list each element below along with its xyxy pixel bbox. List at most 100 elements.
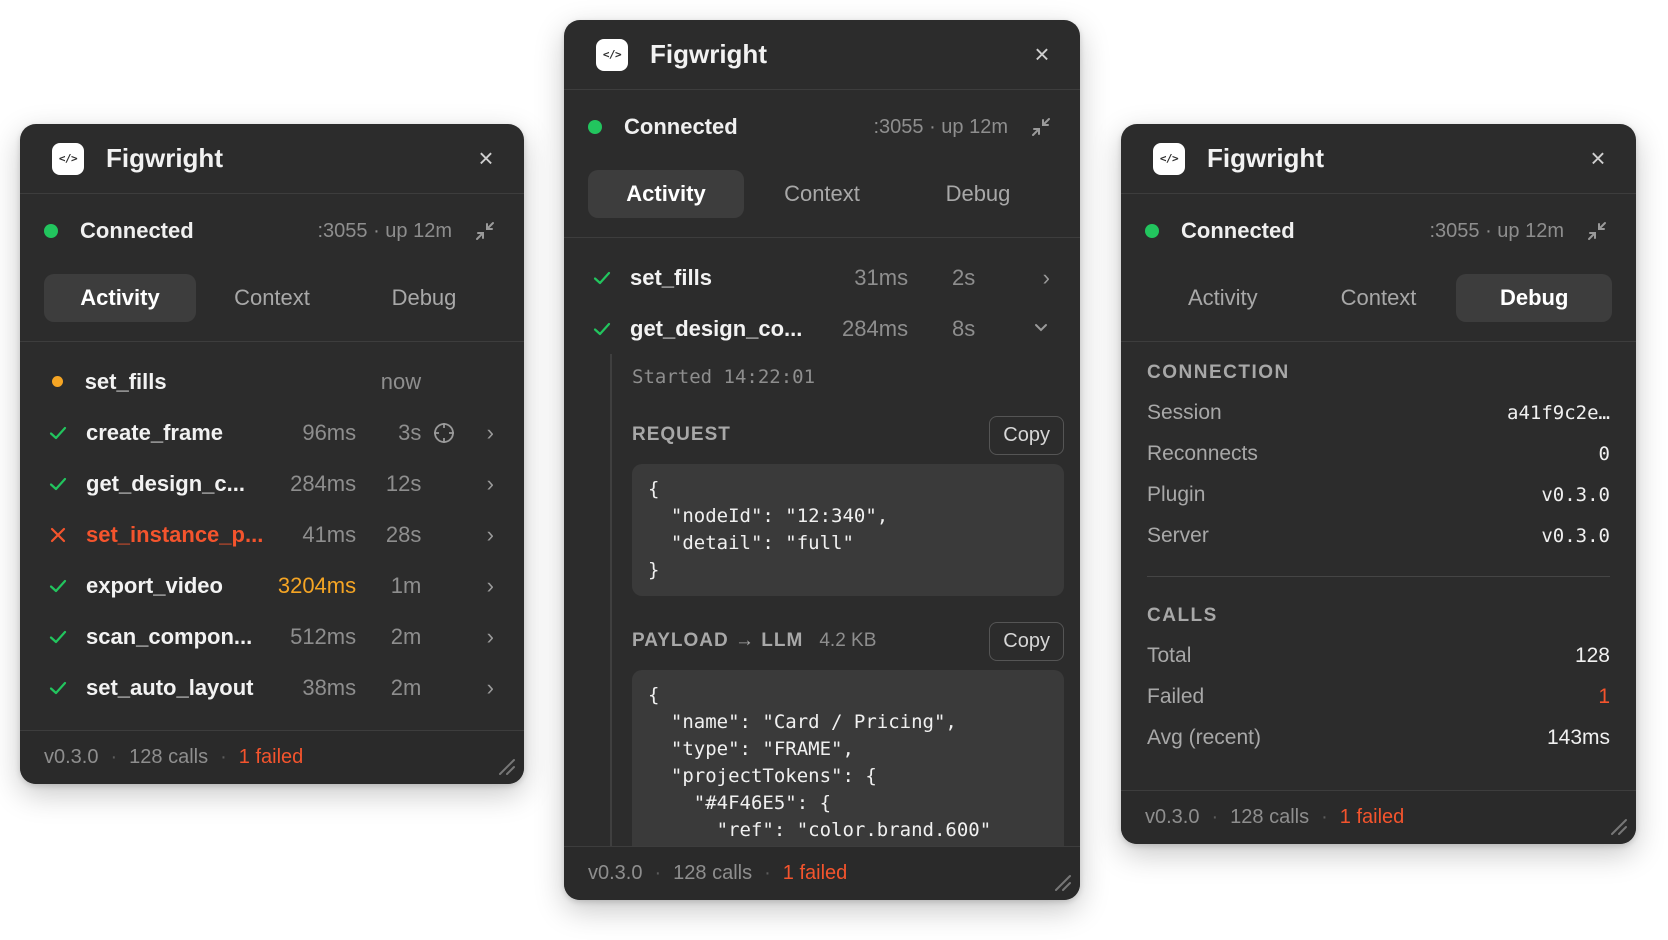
- crosshair-icon[interactable]: [432, 421, 456, 445]
- tab-debug[interactable]: Debug: [900, 170, 1056, 218]
- calls-heading: CALLS: [1147, 605, 1218, 626]
- footer-failed: 1 failed: [1339, 806, 1405, 828]
- status-label: Connected: [624, 114, 738, 139]
- debug-row-server: Server v0.3.0: [1147, 515, 1610, 556]
- close-button[interactable]: ×: [1584, 145, 1612, 173]
- chevron-down-icon[interactable]: [1021, 316, 1050, 342]
- activity-row[interactable]: set_auto_layout 38ms 2m ›: [20, 662, 524, 713]
- activity-row[interactable]: set_fills 31ms 2s ›: [564, 252, 1080, 303]
- footer-failed: 1 failed: [238, 746, 304, 768]
- tab-debug[interactable]: Debug: [1456, 273, 1613, 322]
- status-meta: :3055 · up 12m: [873, 115, 1008, 138]
- figwright-panel-activity-expanded: </> Figwright × Connected :3055 · up 12m…: [564, 20, 1080, 900]
- tab-activity[interactable]: Activity: [588, 169, 744, 218]
- debug-value: 0: [1598, 442, 1610, 465]
- activity-list: set_fills now create_frame 96ms 3s › get…: [20, 342, 524, 713]
- debug-key: Reconnects: [1147, 441, 1258, 465]
- connection-heading: CONNECTION: [1147, 362, 1290, 383]
- activity-duration: 3204ms: [277, 572, 357, 598]
- chevron-right-icon[interactable]: ›: [466, 471, 494, 497]
- tab-activity[interactable]: Activity: [44, 273, 196, 322]
- debug-value: a41f9c2e…: [1507, 401, 1610, 424]
- footer-calls: 128 calls: [129, 746, 209, 768]
- resize-grip-icon[interactable]: [1604, 812, 1628, 836]
- activity-duration: 31ms: [854, 264, 909, 290]
- tab-activity[interactable]: Activity: [1145, 274, 1301, 322]
- activity-row-expanded[interactable]: get_design_co... 284ms 8s: [564, 303, 1080, 354]
- check-icon: [592, 319, 612, 339]
- tab-context[interactable]: Context: [1301, 274, 1457, 322]
- footer-status: v0.3.0 · 128 calls · 1 failed: [20, 730, 524, 784]
- status-dot-icon: [588, 120, 602, 134]
- activity-name: set_instance_p...: [86, 521, 264, 547]
- request-code: { "nodeId": "12:340", "detail": "full" }: [632, 464, 1064, 596]
- request-title: REQUEST: [632, 424, 731, 445]
- close-button[interactable]: ×: [472, 145, 500, 173]
- titlebar: </> Figwright ×: [564, 20, 1080, 90]
- chevron-right-icon[interactable]: ›: [466, 573, 494, 599]
- activity-list: set_fills 31ms 2s › get_design_co... 284…: [564, 238, 1080, 354]
- connection-status: Connected :3055 · up 12m: [1121, 194, 1636, 268]
- titlebar: </> Figwright ×: [20, 124, 524, 194]
- debug-content: CONNECTION Session a41f9c2e… Reconnects 0 …: [1121, 342, 1636, 758]
- resize-grip-icon[interactable]: [492, 752, 516, 776]
- footer-calls: 128 calls: [673, 862, 753, 884]
- footer-calls: 128 calls: [1230, 806, 1310, 828]
- debug-key: Server: [1147, 523, 1209, 547]
- figwright-logo-icon: </>: [596, 38, 628, 71]
- chevron-right-icon[interactable]: ›: [466, 624, 494, 650]
- payload-code: { "name": "Card / Pricing", "type": "FRA…: [632, 670, 1064, 860]
- tab-context[interactable]: Context: [196, 274, 348, 322]
- status-dot-icon: [44, 224, 58, 238]
- debug-key: Session: [1147, 400, 1222, 424]
- status-label: Connected: [1181, 218, 1295, 243]
- collapse-icon[interactable]: [1586, 220, 1608, 242]
- app-title: Figwright: [1207, 143, 1324, 173]
- status-label: Connected: [80, 218, 194, 243]
- chevron-right-icon[interactable]: ›: [1021, 265, 1050, 291]
- debug-row-failed: Failed 1: [1147, 676, 1610, 717]
- footer-status: v0.3.0 · 128 calls · 1 failed: [564, 846, 1080, 900]
- activity-row[interactable]: create_frame 96ms 3s ›: [20, 407, 524, 458]
- copy-request-button[interactable]: Copy: [989, 415, 1064, 455]
- activity-row[interactable]: scan_compon... 512ms 2m ›: [20, 611, 524, 662]
- footer-status: v0.3.0 · 128 calls · 1 failed: [1121, 790, 1636, 844]
- check-icon: [48, 423, 68, 443]
- connection-status: Connected :3055 · up 12m: [564, 90, 1080, 164]
- tab-context[interactable]: Context: [744, 170, 900, 218]
- collapse-icon[interactable]: [474, 220, 496, 242]
- titlebar: </> Figwright ×: [1121, 124, 1636, 194]
- payload-header: PAYLOAD → LLM 4.2 KB Copy: [632, 612, 1064, 670]
- status-meta: :3055 · up 12m: [317, 219, 452, 242]
- debug-row-session: Session a41f9c2e…: [1147, 392, 1610, 433]
- activity-name: create_frame: [86, 419, 223, 445]
- chevron-right-icon[interactable]: ›: [466, 420, 494, 446]
- resize-grip-icon[interactable]: [1048, 868, 1072, 892]
- tab-debug[interactable]: Debug: [348, 274, 500, 322]
- collapse-icon[interactable]: [1030, 116, 1052, 138]
- activity-duration: 284ms: [842, 315, 909, 341]
- activity-duration: 41ms: [302, 521, 357, 547]
- footer-version: v0.3.0: [1145, 806, 1200, 828]
- activity-ago: 28s: [385, 521, 422, 547]
- footer-version: v0.3.0: [44, 746, 99, 768]
- copy-payload-button[interactable]: Copy: [989, 621, 1064, 661]
- figwright-panel-activity: </> Figwright × Connected :3055 · up 12m…: [20, 124, 524, 784]
- footer-version: v0.3.0: [588, 862, 643, 884]
- debug-key: Failed: [1147, 684, 1205, 708]
- debug-value: 1: [1598, 684, 1610, 708]
- close-button[interactable]: ×: [1028, 41, 1056, 69]
- activity-row[interactable]: set_instance_p... 41ms 28s ›: [20, 509, 524, 560]
- activity-duration: 512ms: [290, 623, 357, 649]
- activity-name: get_design_c...: [86, 470, 245, 496]
- activity-row[interactable]: set_fills now: [20, 356, 524, 407]
- activity-name: scan_compon...: [86, 623, 253, 649]
- debug-row-reconnects: Reconnects 0: [1147, 433, 1610, 474]
- request-header: REQUEST Copy: [632, 406, 1064, 464]
- activity-row[interactable]: get_design_c... 284ms 12s ›: [20, 458, 524, 509]
- chevron-right-icon[interactable]: ›: [466, 522, 494, 548]
- chevron-right-icon[interactable]: ›: [466, 675, 494, 701]
- activity-ago: 2m: [390, 623, 422, 649]
- error-x-icon: [48, 525, 68, 545]
- activity-row[interactable]: export_video 3204ms 1m ›: [20, 560, 524, 611]
